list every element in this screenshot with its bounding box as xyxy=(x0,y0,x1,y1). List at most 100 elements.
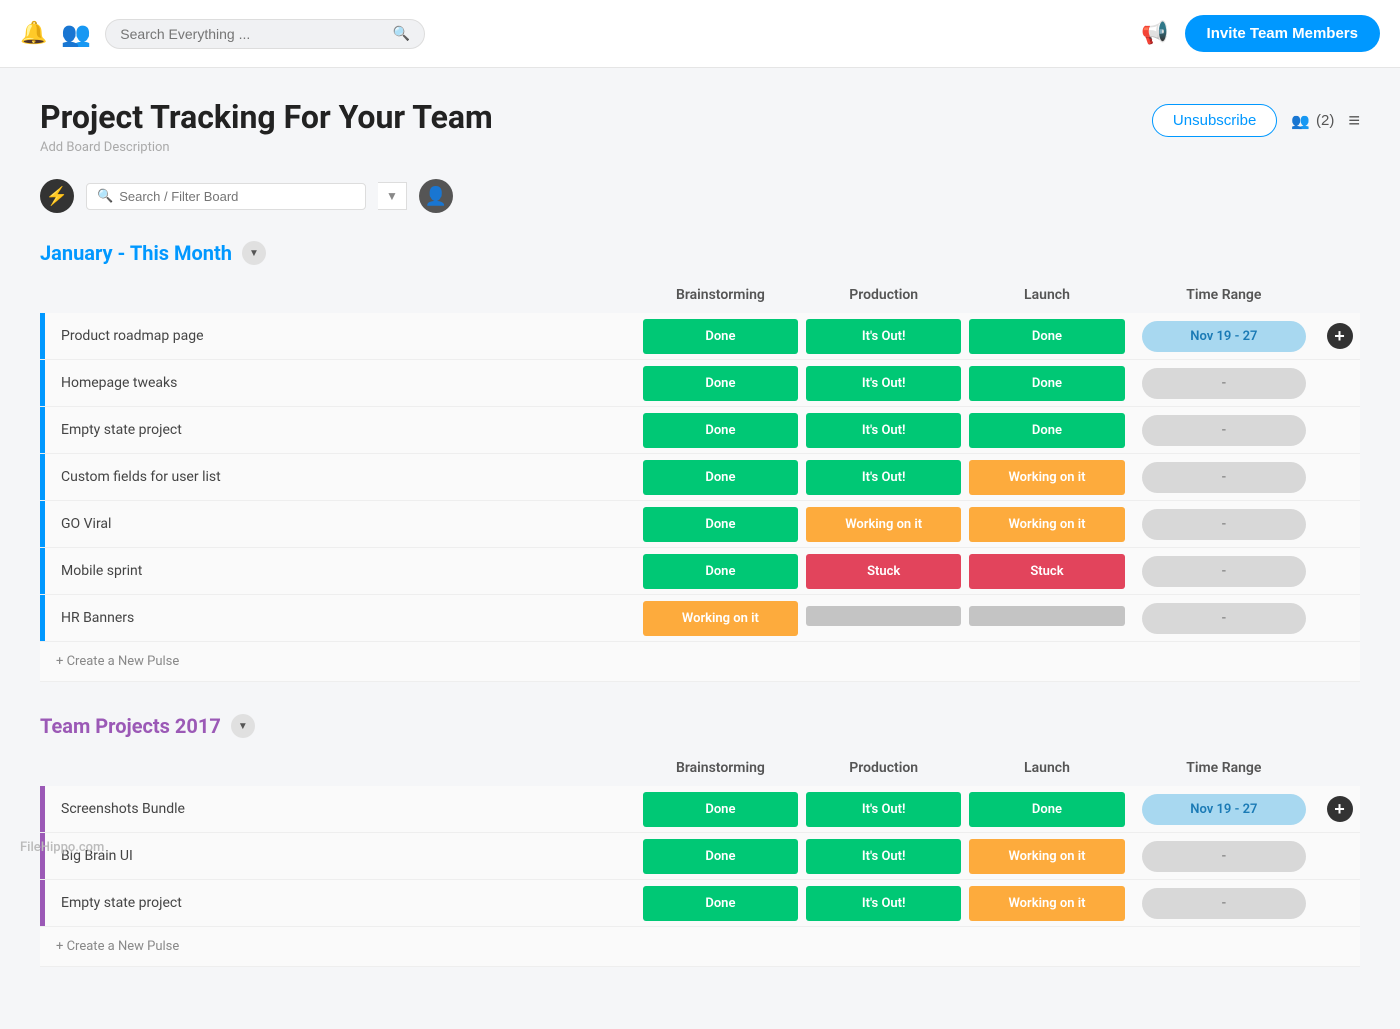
status-cell-launch[interactable]: Done xyxy=(965,313,1128,360)
status-cell-launch[interactable]: Stuck xyxy=(965,548,1128,595)
filter-search-input[interactable] xyxy=(119,189,355,204)
status-cell-launch[interactable]: Working on it xyxy=(965,501,1128,548)
status-cell-launch[interactable]: Working on it xyxy=(965,833,1128,880)
status-cell-production[interactable]: It's Out! xyxy=(802,313,965,360)
bell-icon[interactable]: 🔔 xyxy=(20,21,47,46)
col-header-brainstorming: Brainstorming xyxy=(639,277,802,313)
status-badge-launch: Working on it xyxy=(969,886,1124,921)
row-name-cell: Mobile sprint xyxy=(40,548,639,595)
status-cell-production[interactable]: Working on it xyxy=(802,501,965,548)
status-badge-brainstorming: Done xyxy=(643,319,798,354)
col-header-plus xyxy=(1319,750,1360,786)
board-dropdown-january[interactable]: ▼ xyxy=(242,241,266,265)
status-cell-brainstorming[interactable]: Done xyxy=(639,313,802,360)
time-range-cell[interactable]: - xyxy=(1129,595,1320,642)
status-badge-production: It's Out! xyxy=(806,319,961,354)
status-cell-brainstorming[interactable]: Done xyxy=(639,786,802,833)
status-badge-brainstorming: Done xyxy=(643,554,798,589)
status-badge-brainstorming: Done xyxy=(643,460,798,495)
create-pulse-row[interactable]: + Create a New Pulse xyxy=(40,927,1360,967)
status-cell-brainstorming[interactable]: Working on it xyxy=(639,595,802,642)
time-range-cell[interactable]: - xyxy=(1129,454,1320,501)
status-cell-production[interactable]: It's Out! xyxy=(802,833,965,880)
filter-dropdown-button[interactable]: ▼ xyxy=(378,182,407,210)
status-cell-brainstorming[interactable]: Done xyxy=(639,501,802,548)
status-cell-brainstorming[interactable]: Done xyxy=(639,407,802,454)
main-content: Project Tracking For Your Team Add Board… xyxy=(0,68,1400,1029)
time-range-badge: - xyxy=(1142,841,1306,872)
status-badge-launch: Done xyxy=(969,413,1124,448)
row-name-text: Empty state project xyxy=(45,883,198,923)
status-cell-production[interactable]: It's Out! xyxy=(802,360,965,407)
status-cell-launch[interactable] xyxy=(965,595,1128,642)
add-column-button[interactable]: + xyxy=(1327,796,1353,822)
status-cell-brainstorming[interactable]: Done xyxy=(639,833,802,880)
status-cell-launch[interactable]: Done xyxy=(965,360,1128,407)
row-name-cell: Empty state project xyxy=(40,407,639,454)
status-badge-brainstorming: Done xyxy=(643,839,798,874)
board-table-january: BrainstormingProductionLaunchTime RangeP… xyxy=(40,277,1360,682)
status-cell-brainstorming[interactable]: Done xyxy=(639,548,802,595)
status-cell-brainstorming[interactable]: Done xyxy=(639,360,802,407)
time-range-badge: Nov 19 - 27 xyxy=(1142,794,1306,825)
time-range-cell[interactable]: Nov 19 - 27 xyxy=(1129,313,1320,360)
row-name-cell: Screenshots Bundle xyxy=(40,786,639,833)
unsubscribe-button[interactable]: Unsubscribe xyxy=(1152,104,1277,137)
status-badge-brainstorming: Done xyxy=(643,507,798,542)
status-badge-brainstorming: Done xyxy=(643,413,798,448)
status-badge-brainstorming: Working on it xyxy=(643,601,798,636)
hamburger-icon[interactable]: ≡ xyxy=(1348,108,1360,133)
status-badge-brainstorming: Done xyxy=(643,886,798,921)
create-pulse-label[interactable]: + Create a New Pulse xyxy=(40,642,1360,682)
members-button[interactable]: 👥 (2) xyxy=(1291,112,1334,130)
time-range-badge: - xyxy=(1142,603,1306,634)
members-icon: 👥 xyxy=(1291,112,1310,130)
row-name-cell: Big Brain UI xyxy=(40,833,639,880)
board-logo[interactable]: ⚡ xyxy=(40,179,74,213)
status-cell-production[interactable]: It's Out! xyxy=(802,880,965,927)
page-header-row: Project Tracking For Your Team Add Board… xyxy=(40,98,1360,179)
status-cell-launch[interactable]: Working on it xyxy=(965,880,1128,927)
status-cell-production[interactable]: Stuck xyxy=(802,548,965,595)
invite-team-button[interactable]: Invite Team Members xyxy=(1185,15,1380,52)
time-range-cell[interactable]: - xyxy=(1129,833,1320,880)
col-header-name xyxy=(40,277,639,313)
board-section-team2017: Team Projects 2017▼BrainstormingProducti… xyxy=(40,714,1360,967)
status-cell-brainstorming[interactable]: Done xyxy=(639,454,802,501)
members-count: (2) xyxy=(1316,112,1334,129)
time-range-cell[interactable]: - xyxy=(1129,548,1320,595)
megaphone-icon[interactable]: 📢 xyxy=(1141,21,1168,46)
global-search-input[interactable] xyxy=(120,26,387,42)
create-pulse-row[interactable]: + Create a New Pulse xyxy=(40,642,1360,682)
time-range-cell[interactable]: Nov 19 - 27 xyxy=(1129,786,1320,833)
add-column-button[interactable]: + xyxy=(1327,323,1353,349)
status-cell-launch[interactable]: Working on it xyxy=(965,454,1128,501)
status-cell-production[interactable]: It's Out! xyxy=(802,407,965,454)
team-icon[interactable]: 👥 xyxy=(61,20,91,48)
create-pulse-label[interactable]: + Create a New Pulse xyxy=(40,927,1360,967)
header-actions: Unsubscribe 👥 (2) ≡ xyxy=(1152,104,1360,137)
time-range-cell[interactable]: - xyxy=(1129,880,1320,927)
table-row: Screenshots BundleDoneIt's Out!DoneNov 1… xyxy=(40,786,1360,833)
col-header-production: Production xyxy=(802,750,965,786)
status-cell-launch[interactable]: Done xyxy=(965,786,1128,833)
col-header-plus xyxy=(1319,277,1360,313)
status-cell-launch[interactable]: Done xyxy=(965,407,1128,454)
status-cell-production[interactable]: It's Out! xyxy=(802,786,965,833)
status-cell-brainstorming[interactable]: Done xyxy=(639,880,802,927)
avatar[interactable]: 👤 xyxy=(419,179,453,213)
col-header-launch: Launch xyxy=(965,750,1128,786)
table-row: Big Brain UIDoneIt's Out!Working on it- xyxy=(40,833,1360,880)
nav-right: 📢 Invite Team Members xyxy=(1141,15,1380,52)
status-cell-production[interactable] xyxy=(802,595,965,642)
time-range-cell[interactable]: - xyxy=(1129,501,1320,548)
status-badge-production: It's Out! xyxy=(806,839,961,874)
status-cell-production[interactable]: It's Out! xyxy=(802,454,965,501)
row-name-text: Custom fields for user list xyxy=(45,457,237,497)
page-title: Project Tracking For Your Team xyxy=(40,98,493,136)
top-nav: 🔔 👥 🔍 📢 Invite Team Members xyxy=(0,0,1400,68)
time-range-cell[interactable]: - xyxy=(1129,407,1320,454)
search-icon: 🔍 xyxy=(393,26,410,42)
board-dropdown-team2017[interactable]: ▼ xyxy=(231,714,255,738)
time-range-cell[interactable]: - xyxy=(1129,360,1320,407)
